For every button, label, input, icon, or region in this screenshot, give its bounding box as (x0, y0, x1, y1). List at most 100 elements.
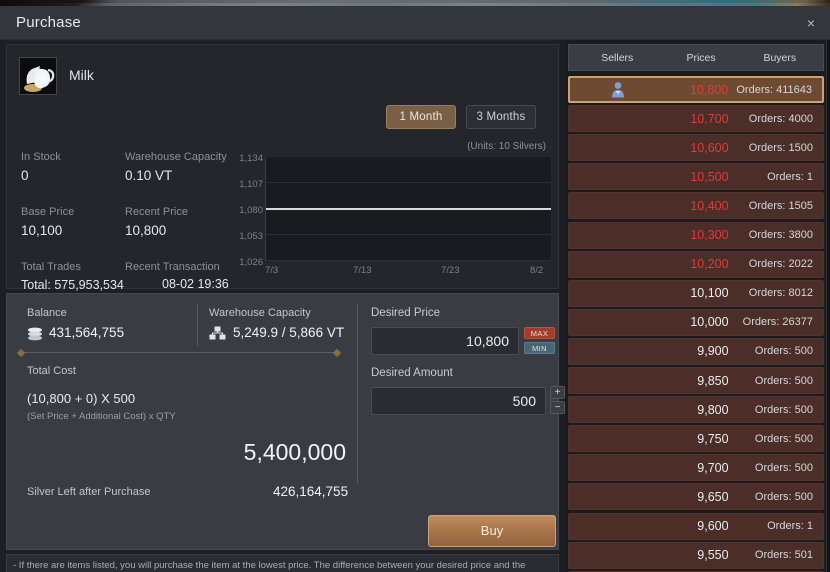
stat-warehouse-capacity: Warehouse Capacity 0.10 VT (125, 151, 227, 183)
column-header-prices[interactable]: Prices (666, 52, 737, 64)
period-button-3-months[interactable]: 3 Months (466, 105, 536, 129)
order-row-10800[interactable]: 10,800 Orders: 411643 (568, 76, 824, 103)
order-row-10200[interactable]: 10,200 Orders: 2022 (568, 250, 824, 278)
stat-in-stock: In Stock 0 (21, 151, 61, 183)
order-row-price: 9,600 (697, 519, 729, 533)
window-titlebar: Purchase × (0, 6, 830, 40)
order-row-orders: Orders: 411643 (736, 83, 812, 96)
order-row-9750[interactable]: 9,750 Orders: 500 (568, 425, 824, 453)
order-row-sellers-cell (569, 193, 666, 218)
buyer-avatar-icon (610, 81, 625, 98)
chart-x-axis: 7/3 7/13 7/23 8/2 (265, 265, 551, 281)
order-row-orders: Orders: 1500 (748, 141, 813, 154)
chart-ytick-0: 1,134 (239, 153, 263, 164)
chart-ytick-3: 1,053 (239, 231, 263, 242)
order-row-orders: Orders: 500 (754, 345, 813, 358)
min-price-button[interactable]: MIN (524, 342, 555, 354)
order-row-9700[interactable]: 9,700 Orders: 500 (568, 454, 824, 482)
order-row-sellers-cell (569, 543, 666, 568)
order-row-price: 10,600 (690, 140, 729, 155)
total-cost-label: Total Cost (27, 365, 76, 377)
order-row-10500[interactable]: 10,500 Orders: 1 (568, 163, 824, 191)
column-header-buyers[interactable]: Buyers (737, 52, 823, 64)
silver-coins-icon (27, 327, 43, 346)
stat-total-trades-value: Total: 575,953,534 (21, 278, 124, 292)
order-row-10300[interactable]: 10,300 Orders: 3800 (568, 221, 824, 249)
order-row-sellers-cell (569, 281, 666, 306)
stat-recent-transaction-value-wrap: 08-02 19:36 (162, 277, 229, 291)
order-row-orders: Orders: 500 (754, 432, 813, 445)
close-icon[interactable]: × (802, 15, 820, 33)
total-cost-formula-note: (Set Price + Additional Cost) x QTY (27, 411, 176, 422)
amount-increment-button[interactable]: + (550, 386, 565, 399)
order-row-sellers-cell (569, 310, 666, 335)
total-amount: 5,400,000 (243, 439, 346, 465)
order-row-orders: Orders: 1 (767, 170, 813, 183)
order-row-price: 9,750 (697, 431, 729, 446)
order-row-price: 10,800 (690, 82, 729, 97)
chart-plot-area (265, 157, 551, 261)
order-row-sellers-cell (569, 135, 666, 160)
silver-left-value: 426,164,755 (273, 484, 349, 499)
desired-price-label: Desired Price (371, 307, 441, 319)
order-row-10000[interactable]: 10,000 Orders: 26377 (568, 308, 824, 336)
order-row-price: 9,700 (697, 460, 729, 475)
chart-ytick-1: 1,107 (239, 179, 263, 190)
order-row-10100[interactable]: 10,100 Orders: 8012 (568, 279, 824, 307)
desired-price-value: 10,800 (466, 333, 509, 349)
stat-recent-transaction: Recent Transaction (125, 261, 220, 278)
window-title: Purchase (16, 14, 81, 31)
order-row-price: 9,650 (697, 489, 729, 504)
silver-left-label: Silver Left after Purchase (27, 486, 151, 498)
period-button-1-month[interactable]: 1 Month (386, 105, 456, 129)
panel-divider-right (357, 304, 358, 484)
stat-recent-transaction-label: Recent Transaction (125, 261, 220, 273)
max-price-button[interactable]: MAX (524, 327, 555, 339)
order-row-9600[interactable]: 9,600 Orders: 1 (568, 512, 824, 540)
stat-base-price: Base Price 10,100 (21, 206, 74, 238)
order-row-9900[interactable]: 9,900 Orders: 500 (568, 337, 824, 365)
order-row-price: 9,800 (697, 402, 729, 417)
balance-label: Balance (27, 307, 67, 319)
order-row-orders: Orders: 501 (754, 549, 813, 562)
desired-amount-input[interactable]: 500 (371, 387, 546, 415)
amount-decrement-button[interactable]: − (550, 401, 565, 414)
order-row-9850[interactable]: 9,850 Orders: 500 (568, 367, 824, 394)
order-list-header: Sellers Prices Buyers (568, 44, 824, 71)
stat-warehouse-capacity-value: 0.10 VT (125, 168, 173, 183)
stat-warehouse-capacity-label: Warehouse Capacity (125, 151, 227, 163)
column-header-sellers[interactable]: Sellers (569, 52, 666, 64)
chart-units-label: (Units: 10 Silvers) (467, 141, 546, 152)
order-row-sellers-cell (569, 252, 666, 277)
milk-jug-icon (19, 57, 57, 95)
desired-amount-label: Desired Amount (371, 367, 453, 379)
order-row-sellers-cell (569, 368, 666, 393)
chart-xtick-3: 8/2 (530, 265, 544, 276)
stat-recent-price-label: Recent Price (125, 206, 188, 218)
order-row-price: 10,100 (690, 286, 729, 301)
order-row-sellers-cell (569, 426, 666, 451)
order-row-orders: Orders: 2022 (748, 258, 813, 271)
order-row-orders: Orders: 500 (754, 403, 813, 416)
order-row-sellers-cell (569, 164, 666, 189)
order-row-10700[interactable]: 10,700 Orders: 4000 (568, 105, 824, 133)
chart-xtick-0: 7/3 (265, 265, 279, 276)
order-row-9550[interactable]: 9,550 Orders: 501 (568, 541, 824, 569)
order-row-sellers-cell (569, 223, 666, 248)
desired-price-input[interactable]: 10,800 (371, 327, 519, 355)
order-row-9650[interactable]: 9,650 Orders: 500 (568, 483, 824, 511)
warehouse-capacity-label: Warehouse Capacity (209, 307, 311, 319)
transaction-panel: Balance 431,564,755 Warehouse Capacity 5… (6, 293, 565, 550)
total-cost-formula: (10,800 + 0) X 500 (27, 391, 136, 406)
order-row-10600[interactable]: 10,600 Orders: 1500 (568, 134, 824, 162)
purchase-notes: - If there are items listed, you will pu… (6, 554, 559, 572)
order-row-9800[interactable]: 9,800 Orders: 500 (568, 396, 824, 424)
order-row-10400[interactable]: 10,400 Orders: 1505 (568, 192, 824, 220)
ornamental-divider (21, 352, 337, 353)
chart-series-price (266, 208, 551, 210)
order-row-price: 9,850 (697, 373, 729, 388)
buy-button[interactable]: Buy (428, 515, 556, 547)
order-row-sellers-cell (569, 484, 666, 509)
chart-gridline (266, 260, 551, 261)
order-row-price: 10,700 (690, 111, 729, 126)
